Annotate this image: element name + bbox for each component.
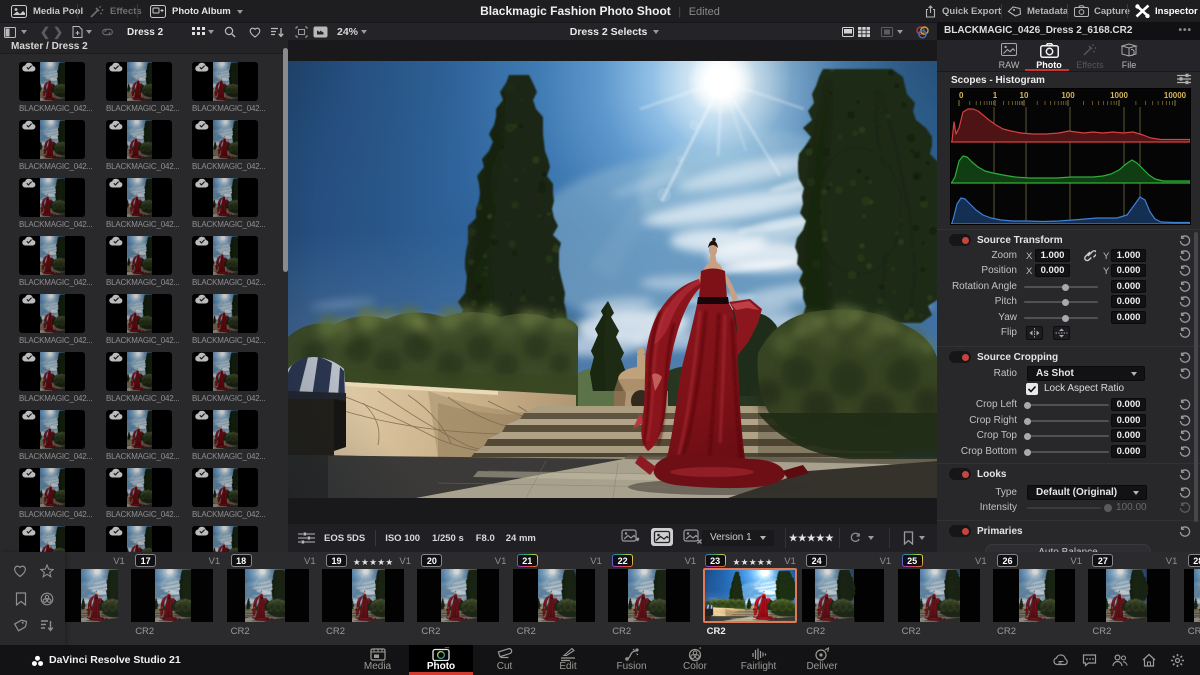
svg-text:1: 1 <box>993 91 998 100</box>
svg-text:100: 100 <box>1061 91 1075 100</box>
svg-text:1000: 1000 <box>1110 91 1128 100</box>
svg-text:0: 0 <box>959 91 964 100</box>
svg-text:10000: 10000 <box>1164 91 1187 100</box>
svg-text:10: 10 <box>1020 91 1029 100</box>
